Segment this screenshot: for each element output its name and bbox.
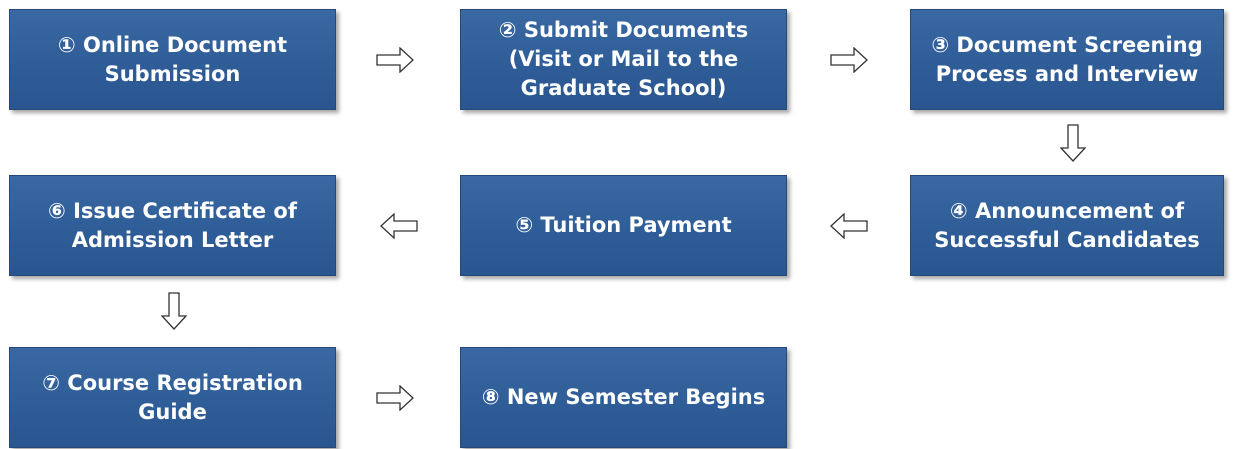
- step-5-tuition-payment: ⑤ Tuition Payment: [460, 175, 787, 276]
- step-3-document-screening: ③ Document Screening Process and Intervi…: [910, 9, 1224, 110]
- arrow-right-icon: [830, 47, 868, 73]
- arrow-down-icon: [161, 292, 187, 330]
- arrow-right-icon: [376, 47, 414, 73]
- step-2-label: ② Submit Documents (Visit or Mail to the…: [498, 18, 749, 100]
- step-5-label: ⑤ Tuition Payment: [515, 213, 732, 237]
- step-6-issue-certificate: ⑥ Issue Certificate of Admission Letter: [9, 175, 336, 276]
- arrow-right-icon: [376, 385, 414, 411]
- step-7-label: ⑦ Course Registration Guide: [42, 370, 303, 424]
- step-4-announcement: ④ Announcement of Successful Candidates: [910, 175, 1224, 276]
- arrow-down-icon: [1060, 124, 1086, 162]
- arrow-left-icon: [830, 213, 868, 239]
- step-1-online-document-submission: ① Online Document Submission: [9, 9, 336, 110]
- step-2-submit-documents: ② Submit Documents (Visit or Mail to the…: [460, 9, 787, 110]
- step-8-new-semester: ⑧ New Semester Begins: [460, 347, 787, 448]
- step-8-label: ⑧ New Semester Begins: [481, 385, 766, 409]
- arrow-left-icon: [380, 213, 418, 239]
- step-4-label: ④ Announcement of Successful Candidates: [934, 198, 1200, 252]
- step-7-course-registration: ⑦ Course Registration Guide: [9, 347, 336, 448]
- step-3-label: ③ Document Screening Process and Intervi…: [931, 32, 1203, 86]
- step-1-label: ① Online Document Submission: [57, 32, 288, 86]
- step-6-label: ⑥ Issue Certificate of Admission Letter: [48, 198, 297, 252]
